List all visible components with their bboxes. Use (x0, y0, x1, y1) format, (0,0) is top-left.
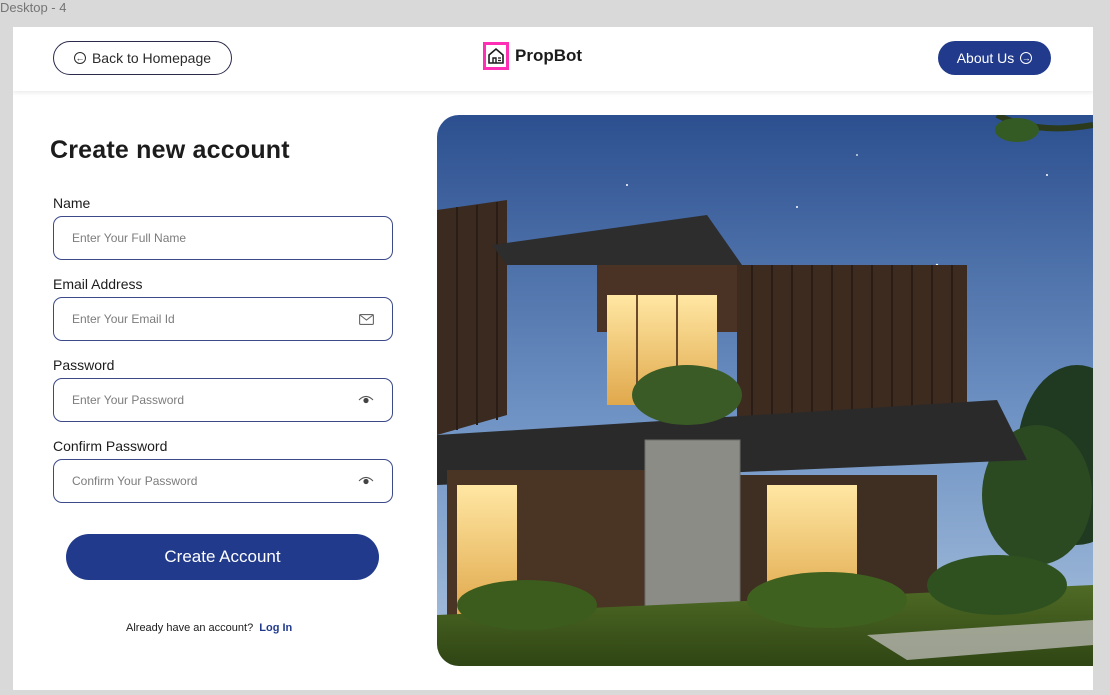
page-title: Create new account (50, 136, 290, 164)
password-label: Password (53, 357, 115, 373)
back-to-homepage-button[interactable]: ← Back to Homepage (53, 41, 232, 75)
brand-name: PropBot (515, 46, 583, 65)
house-logo-icon (483, 42, 509, 70)
password-field[interactable]: Enter Your Password (53, 378, 393, 422)
eye-icon[interactable] (358, 395, 374, 405)
logo[interactable]: PropBot (483, 41, 582, 71)
password-placeholder: Enter Your Password (72, 393, 185, 407)
arrow-left-circle-icon: ← (73, 52, 86, 64)
header: ← Back to Homepage PropBot About Us → (13, 27, 1093, 91)
hero-house-image (437, 115, 1093, 666)
login-prompt-text: Already have an account? (126, 622, 254, 634)
email-placeholder: Enter Your Email Id (72, 312, 175, 326)
login-link[interactable]: Log In (259, 622, 292, 634)
name-field[interactable]: Enter Your Full Name (53, 216, 393, 260)
confirm-password-field[interactable]: Confirm Your Password (53, 459, 393, 503)
confirm-password-placeholder: Confirm Your Password (72, 474, 198, 488)
arrow-right-circle-icon: → (1020, 52, 1033, 64)
email-field[interactable]: Enter Your Email Id (53, 297, 393, 341)
email-label: Email Address (53, 276, 143, 292)
confirm-password-label: Confirm Password (53, 438, 168, 454)
name-placeholder: Enter Your Full Name (72, 231, 187, 245)
name-label: Name (53, 195, 91, 211)
back-button-label: Back to Homepage (91, 50, 212, 66)
desktop-frame: ← Back to Homepage PropBot About Us → Cr… (13, 27, 1093, 690)
about-button-label: About Us (956, 50, 1015, 66)
mail-icon (359, 313, 374, 325)
eye-icon[interactable] (358, 476, 374, 486)
frame-label: Desktop - 4 (0, 0, 67, 15)
login-prompt: Already have an account? Log In (126, 622, 292, 634)
create-account-button[interactable]: Create Account (66, 534, 379, 580)
about-us-button[interactable]: About Us → (938, 41, 1051, 75)
